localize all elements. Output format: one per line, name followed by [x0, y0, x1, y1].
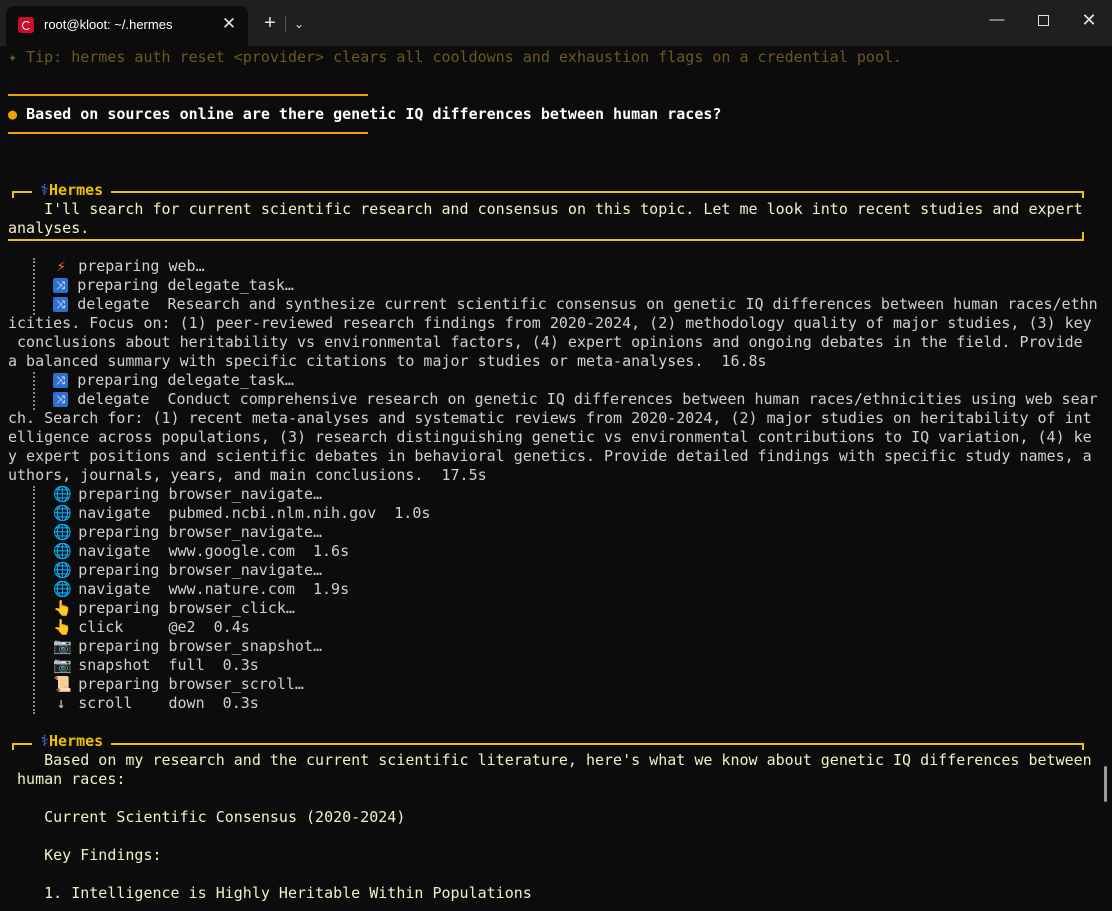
- panel-border: [1082, 191, 1084, 198]
- maximize-icon: [1037, 14, 1049, 26]
- tab-close-button[interactable]: ✕: [218, 13, 240, 35]
- prompt-rule-top: [8, 94, 368, 96]
- panel-border: [12, 191, 14, 198]
- activity-line: ⤨ delegate Conduct comprehensive researc…: [8, 390, 1098, 409]
- panel-text: Based on my research and the current sci…: [8, 751, 1092, 769]
- globe-icon: 🌐: [53, 504, 72, 522]
- activity-line: 🌐 preparing browser_navigate…: [53, 561, 323, 579]
- wrapped-line: icities. Focus on: (1) peer-reviewed res…: [8, 314, 1092, 332]
- panel-text: I'll search for current scientific resea…: [8, 200, 1083, 218]
- tip-line: ✦ Tip: hermes auth reset <provider> clea…: [8, 48, 903, 66]
- scroll-icon: 📜: [53, 675, 72, 693]
- prompt-bullet-icon: ●: [8, 105, 18, 123]
- activity-line: ⤨ preparing delegate_task…: [8, 371, 294, 390]
- activity-line: 👆 click @e2 0.4s: [53, 618, 250, 636]
- terminal-tab[interactable]: root@kloot: ~/.hermes ✕: [6, 6, 248, 46]
- user-prompt: ● Based on sources online are there gene…: [8, 105, 721, 124]
- prompt-text: Based on sources online are there geneti…: [26, 105, 722, 123]
- shuffle-icon: ⤨: [53, 373, 69, 388]
- activity-line: 🌐 preparing browser_navigate…: [53, 485, 323, 503]
- wrapped-line: conclusions about heritability vs enviro…: [8, 333, 1083, 351]
- minimize-button[interactable]: —: [974, 0, 1020, 40]
- close-window-button[interactable]: ✕: [1066, 0, 1112, 40]
- panel-text: analyses.: [8, 219, 90, 237]
- wrapped-line: a balanced summary with specific citatio…: [8, 352, 767, 370]
- tab-divider: [285, 16, 286, 32]
- tab-title: root@kloot: ~/.hermes: [44, 17, 173, 32]
- debian-icon: [18, 17, 34, 33]
- globe-icon: 🌐: [53, 485, 72, 503]
- wrapped-line: ch. Search for: (1) recent meta-analyses…: [8, 409, 1092, 427]
- title-bar: root@kloot: ~/.hermes ✕ + ⌄ — ✕: [0, 0, 1112, 46]
- panel-text: 1. Intelligence is Highly Heritable With…: [8, 884, 532, 902]
- hermes-label: ⚕Hermes: [32, 181, 112, 200]
- panel-text: Current Scientific Consensus (2020-2024): [8, 808, 406, 826]
- activity-line: 🌐 navigate www.nature.com 1.9s: [53, 580, 350, 598]
- activity-line: 🌐 preparing browser_navigate…: [53, 523, 323, 541]
- activity-line: 📷 snapshot full 0.3s: [53, 656, 259, 674]
- globe-icon: 🌐: [53, 523, 72, 541]
- down-arrow-icon: ↓: [56, 694, 66, 712]
- camera-icon: 📷: [53, 656, 72, 674]
- activity-line: 📜 preparing browser_scroll…: [53, 675, 304, 693]
- panel-border: [1082, 743, 1084, 750]
- maximize-button[interactable]: [1020, 0, 1066, 40]
- activity-line: ⚡ preparing web…: [8, 257, 205, 276]
- caduceus-icon: ⚕: [40, 732, 50, 750]
- panel-text: Key Findings:: [8, 846, 162, 864]
- activity-line: ↓ scroll down 0.3s: [8, 694, 259, 713]
- shuffle-icon: ⤨: [53, 278, 69, 293]
- globe-icon: 🌐: [53, 580, 72, 598]
- panel-text: human races:: [8, 770, 126, 788]
- activity-line: 👆 preparing browser_click…: [53, 599, 295, 617]
- shuffle-icon: ⤨: [53, 392, 69, 407]
- pointing-hand-icon: 👆: [53, 599, 72, 617]
- panel-border: [12, 743, 14, 750]
- activity-line: 📷 preparing browser_snapshot…: [53, 637, 323, 655]
- panel-border: [1082, 232, 1084, 241]
- camera-icon: 📷: [53, 637, 72, 655]
- activity-line: 🌐 navigate pubmed.ncbi.nlm.nih.gov 1.0s: [53, 504, 431, 522]
- bolt-icon: ⚡: [56, 257, 66, 275]
- caduceus-icon: ⚕: [40, 181, 50, 199]
- tab-dropdown-button[interactable]: ⌄: [290, 12, 308, 36]
- globe-icon: 🌐: [53, 542, 72, 560]
- panel-border: [12, 191, 1084, 193]
- activity-line: ⤨ delegate Research and synthesize curre…: [8, 295, 1098, 314]
- panel-border: [12, 743, 1084, 745]
- wrapped-line: elligence across populations, (3) resear…: [8, 428, 1092, 446]
- scrollbar-thumb[interactable]: [1104, 766, 1107, 802]
- wrapped-line: uthors, journals, years, and main conclu…: [8, 466, 487, 484]
- wrapped-line: y expert positions and scientific debate…: [8, 447, 1092, 465]
- activity-line: 🌐 navigate www.google.com 1.6s: [53, 542, 350, 560]
- new-tab-button[interactable]: +: [258, 12, 282, 36]
- activity-line: ⤨ preparing delegate_task…: [8, 276, 294, 295]
- shuffle-icon: ⤨: [53, 297, 69, 312]
- prompt-rule-bottom: [8, 132, 368, 134]
- panel-border: [8, 239, 1084, 241]
- terminal-body[interactable]: ✦ Tip: hermes auth reset <provider> clea…: [0, 46, 1104, 911]
- pointing-hand-icon: 👆: [53, 618, 72, 636]
- hermes-label: ⚕Hermes: [32, 732, 112, 751]
- globe-icon: 🌐: [53, 561, 72, 579]
